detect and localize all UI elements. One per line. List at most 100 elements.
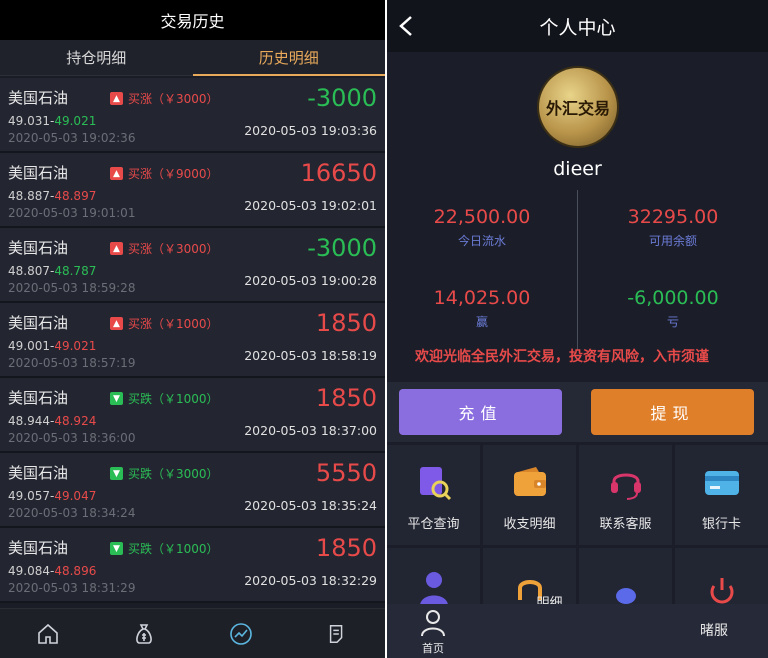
price-close: 49.021 [54,114,97,128]
nav-orders[interactable] [289,609,385,658]
person-icon [421,610,445,637]
price-close: 48.924 [54,414,97,428]
open-time: 2020-05-03 19:01:01 [8,206,136,220]
arrow-up-icon: ▲ [110,92,123,105]
price-range: 48.944-48.924 [8,414,97,428]
stat-value: 22,500.00 [433,206,531,228]
power-icon [710,578,733,604]
badge-text: 买涨（￥3000） [128,92,219,106]
price-close: 49.047 [54,489,97,503]
stat-label: 亏 [666,315,679,329]
grid-item-close-query[interactable]: 平仓查询 [387,445,480,545]
stat-value: 14,025.00 [433,287,531,309]
badge-text: 买跌（￥1000） [128,542,219,556]
back-arrow-icon[interactable] [393,12,421,40]
direction-badge: ▼ 买跌（￥1000） [110,390,219,407]
wallet-icon [513,467,546,496]
close-time: 2020-05-03 18:32:29 [244,573,377,588]
open-time: 2020-05-03 18:57:19 [8,356,136,370]
trade-row[interactable]: 美国石油 ▼ 买跌（￥1000） 49.084-48.896 2020-05-03 18… [0,528,385,603]
trade-row[interactable]: 美国石油 ▼ 买跌（￥3000） 49.057-49.047 2020-05-03 18… [0,453,385,528]
home-icon [38,623,58,644]
grid-item-income-details[interactable]: 收支明细 [483,445,576,545]
direction-badge: ▼ 买跌（￥1000） [110,540,219,557]
chat-icon [615,588,636,604]
bottom-nav: 首页 暏服 [387,604,768,658]
badge-text: 买跌（￥3000） [128,467,219,481]
nav-home-label: 首页 [422,642,444,655]
document-search-icon [419,467,451,501]
profit-loss: 5550 [315,459,377,487]
stat-today-flow: 22,500.00 今日流水 [387,206,577,249]
arrow-up-icon: ▲ [110,167,123,180]
price-close: 48.896 [54,564,97,578]
profit-loss: 1850 [315,534,377,562]
stat-loss: -6,000.00 亏 [578,287,768,330]
direction-badge: ▲ 买涨（￥3000） [110,90,219,107]
username: dieer [553,158,602,180]
open-time: 2020-05-03 18:31:29 [8,581,136,595]
price-open: 48.887 [8,189,50,203]
nav-home[interactable] [0,609,96,658]
trade-row[interactable]: 美国石油 ▲ 买涨（￥1000） 49.001-49.021 2020-05-03 18… [0,303,385,378]
instrument-name: 美国石油 [8,164,69,182]
price-open: 49.057 [8,489,50,503]
profit-loss: -3000 [307,84,377,112]
tab-bar: 持仓明细 历史明细 [0,40,385,76]
avatar[interactable]: 外汇交易 [539,68,617,146]
nav-market[interactable] [193,609,289,658]
price-open: 49.084 [8,564,50,578]
direction-badge: ▼ 买跌（￥3000） [110,465,219,482]
chart-icon [229,622,252,645]
price-close: 49.021 [54,339,97,353]
grid-item-bank-card[interactable]: 银行卡 [675,445,768,545]
bank-card-icon [704,471,739,495]
badge-text: 买涨（￥9000） [128,167,219,181]
arrow-down-icon: ▼ [110,392,123,405]
open-time: 2020-05-03 19:02:36 [8,131,136,145]
stat-label: 今日流水 [457,234,506,248]
stat-available-balance: 32295.00 可用余额 [578,206,768,249]
action-row: 充值 提现 [387,382,768,442]
nav-funds[interactable] [96,609,192,658]
profit-loss: 16650 [300,159,377,187]
instrument-name: 美国石油 [8,389,69,407]
open-time: 2020-05-03 18:34:24 [8,506,136,520]
recharge-button[interactable]: 充值 [399,389,562,435]
grid-item-customer-service[interactable]: 联系客服 [579,445,672,545]
nav-home[interactable]: 首页 [413,608,453,656]
instrument-name: 美国石油 [8,314,69,332]
withdraw-button[interactable]: 提现 [591,389,754,435]
stat-win: 14,025.00 赢 [387,287,577,330]
price-range: 48.887-48.897 [8,189,97,203]
stat-value: 32295.00 [627,206,719,228]
grid-item-label: 收支明细 [503,517,556,532]
stat-label: 赢 [475,315,488,329]
trade-history-screen: 交易历史 持仓明细 历史明细 美国石油 ▲ 买涨（￥3000） 49.031-49.0… [0,0,385,658]
stat-label: 可用余额 [648,234,697,248]
close-time: 2020-05-03 19:00:28 [244,273,377,288]
trade-row[interactable]: 美国石油 ▲ 买涨（￥3000） 49.031-49.021 2020-05-03 19… [0,78,385,153]
instrument-name: 美国石油 [8,539,69,557]
tab-positions[interactable]: 持仓明细 [0,40,193,75]
price-range: 49.084-48.896 [8,564,97,578]
trade-list: 美国石油 ▲ 买涨（￥3000） 49.031-49.021 2020-05-03 19… [0,78,385,603]
price-close: 48.897 [54,189,97,203]
price-open: 49.001 [8,339,50,353]
money-bag-icon [136,623,153,644]
trade-row[interactable]: 美国石油 ▲ 买涨（￥3000） 48.807-48.787 2020-05-03 18… [0,228,385,303]
grid-item-label: 银行卡 [701,517,741,532]
price-open: 48.944 [8,414,50,428]
close-time: 2020-05-03 19:03:36 [244,123,377,138]
page-title: 交易历史 [0,0,385,40]
trade-row[interactable]: 美国石油 ▲ 买涨（￥9000） 48.887-48.897 2020-05-03 19… [0,153,385,228]
grid-item-label: 平仓查询 [407,517,460,532]
nav-service-label[interactable]: 暏服 [700,620,728,640]
tab-history[interactable]: 历史明细 [192,40,386,76]
badge-text: 买涨（￥3000） [128,242,219,256]
stat-value: -6,000.00 [627,287,719,309]
price-range: 49.031-49.021 [8,114,97,128]
close-time: 2020-05-03 18:58:19 [244,348,377,363]
trade-row[interactable]: 美国石油 ▼ 买跌（￥1000） 48.944-48.924 2020-05-03 18… [0,378,385,453]
price-open: 48.807 [8,264,50,278]
